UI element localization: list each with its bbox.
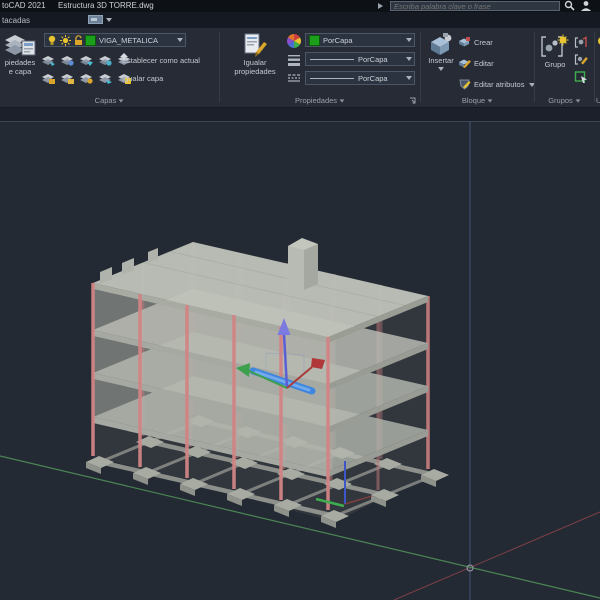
group-button[interactable]: Grupo bbox=[538, 34, 572, 69]
capas-panel-caret-icon bbox=[119, 99, 124, 102]
group-select-toggle-icon[interactable] bbox=[574, 70, 588, 83]
layer-properties-label-1: piedades bbox=[5, 58, 35, 67]
user-account-icon[interactable] bbox=[580, 0, 592, 11]
object-color-dropdown[interactable]: PorCapa bbox=[305, 33, 415, 47]
lineweight-value: PorCapa bbox=[358, 55, 388, 64]
bloque-panel-label[interactable]: Bloque bbox=[422, 96, 533, 105]
group-icon bbox=[540, 34, 570, 60]
panel-capas: piedades e capa VIGA_METALICA bbox=[0, 28, 219, 107]
layer-off-tool-icon[interactable] bbox=[97, 53, 113, 67]
insert-block-icon bbox=[427, 32, 455, 56]
panel-propiedades: Igualar propiedades PorCapa PorCapa bbox=[221, 28, 419, 107]
workspace-thumbnail-icon[interactable] bbox=[88, 15, 103, 24]
layer-color-swatch[interactable] bbox=[85, 35, 96, 46]
linetype-dropdown-caret-icon bbox=[406, 76, 412, 80]
layer-isolate-icon[interactable] bbox=[40, 53, 56, 67]
edit-block-label[interactable]: Editar bbox=[474, 59, 494, 68]
help-menu-arrow-icon[interactable] bbox=[378, 3, 383, 9]
ribbon-tab-destacadas[interactable]: tacadas bbox=[2, 16, 30, 25]
color-dropdown-caret-icon bbox=[406, 38, 412, 42]
layer-dropdown-caret-icon[interactable] bbox=[177, 38, 183, 42]
workspace-dropdown-caret-icon[interactable] bbox=[106, 18, 112, 22]
linetype-icon[interactable] bbox=[287, 73, 301, 83]
insert-block-button[interactable]: Insertar bbox=[424, 32, 458, 71]
layer-thaw-icon[interactable] bbox=[97, 70, 113, 85]
create-block-icon[interactable] bbox=[458, 36, 471, 47]
document-name: Estructura 3D TORRE.dwg bbox=[58, 0, 154, 12]
object-color-value: PorCapa bbox=[323, 36, 353, 45]
edit-attributes-label[interactable]: Editar atributos bbox=[474, 80, 524, 89]
viewport-3d[interactable] bbox=[0, 108, 600, 600]
layer-walk-icon[interactable] bbox=[78, 70, 94, 85]
layer-properties-label-2: e capa bbox=[9, 67, 32, 76]
layer-properties-button[interactable]: piedades e capa bbox=[0, 32, 40, 76]
edit-attributes-icon[interactable] bbox=[458, 78, 471, 90]
app-title: toCAD 2021 bbox=[2, 0, 46, 12]
layer-on-bulb-icon[interactable] bbox=[47, 35, 57, 46]
ungroup-icon[interactable] bbox=[574, 36, 588, 49]
layer-freeze-tool-icon[interactable] bbox=[78, 53, 94, 67]
match-props-label-1: Igualar bbox=[244, 58, 267, 67]
match-properties-button[interactable]: Igualar propiedades bbox=[227, 32, 283, 76]
layer-unlock-tool-icon[interactable] bbox=[59, 70, 75, 85]
edit-block-icon[interactable] bbox=[458, 57, 471, 68]
panel-bloque: Insertar Crear Editar Editar atributos B… bbox=[422, 28, 533, 107]
layer-lock-tool-icon[interactable] bbox=[40, 70, 56, 85]
current-layer-name: VIGA_METALICA bbox=[99, 36, 158, 45]
search-icon[interactable] bbox=[564, 0, 575, 11]
match-layer-label[interactable]: Igualar capa bbox=[122, 74, 163, 83]
layer-freeze-sun-icon[interactable] bbox=[60, 35, 71, 46]
layer-properties-icon bbox=[3, 32, 37, 58]
utilities-clipped-icon bbox=[596, 36, 600, 48]
bloque-panel-caret-icon bbox=[488, 99, 493, 102]
group-edit-icon[interactable] bbox=[574, 53, 588, 66]
lineweight-dropdown-caret-icon bbox=[406, 57, 412, 61]
grupos-panel-label[interactable]: Grupos bbox=[536, 96, 593, 105]
object-color-swatch bbox=[309, 35, 320, 46]
lineweight-icon[interactable] bbox=[287, 54, 301, 66]
create-block-label[interactable]: Crear bbox=[474, 38, 493, 47]
panel-grupos: Grupo Grupos bbox=[536, 28, 593, 107]
canvas-top-strip bbox=[0, 108, 600, 121]
layer-unlock-icon[interactable] bbox=[74, 35, 84, 46]
layer-unisolate-icon[interactable] bbox=[59, 53, 75, 67]
layer-dropdown[interactable]: VIGA_METALICA bbox=[44, 33, 186, 47]
insert-label: Insertar bbox=[428, 56, 453, 65]
match-props-label-2: propiedades bbox=[234, 67, 275, 76]
title-bar: toCAD 2021 Estructura 3D TORRE.dwg bbox=[0, 0, 600, 12]
group-label: Grupo bbox=[545, 60, 566, 69]
propiedades-dialog-launcher-icon[interactable] bbox=[409, 97, 416, 104]
capas-panel-label[interactable]: Capas bbox=[0, 96, 219, 105]
propiedades-panel-label[interactable]: Propiedades bbox=[221, 96, 419, 105]
insert-caret-icon bbox=[438, 67, 444, 71]
match-properties-icon bbox=[242, 32, 268, 58]
panel-utilidades-clipped: U bbox=[596, 28, 600, 107]
propiedades-panel-caret-icon bbox=[340, 99, 345, 102]
ribbon: piedades e capa VIGA_METALICA bbox=[0, 28, 600, 108]
linetype-sample bbox=[310, 78, 354, 79]
lineweight-dropdown[interactable]: PorCapa bbox=[305, 52, 415, 66]
viewport-canvas bbox=[0, 108, 600, 600]
grupos-panel-caret-icon bbox=[575, 99, 580, 102]
color-wheel-icon[interactable] bbox=[287, 34, 301, 48]
ribbon-tab-bar: tacadas bbox=[0, 12, 600, 28]
utilidades-panel-label[interactable]: U bbox=[596, 96, 600, 105]
search-input[interactable] bbox=[390, 1, 560, 11]
set-current-label[interactable]: Establecer como actual bbox=[122, 56, 200, 65]
linetype-dropdown[interactable]: PorCapa bbox=[305, 71, 415, 85]
linetype-value: PorCapa bbox=[358, 74, 388, 83]
lineweight-sample bbox=[310, 59, 354, 60]
